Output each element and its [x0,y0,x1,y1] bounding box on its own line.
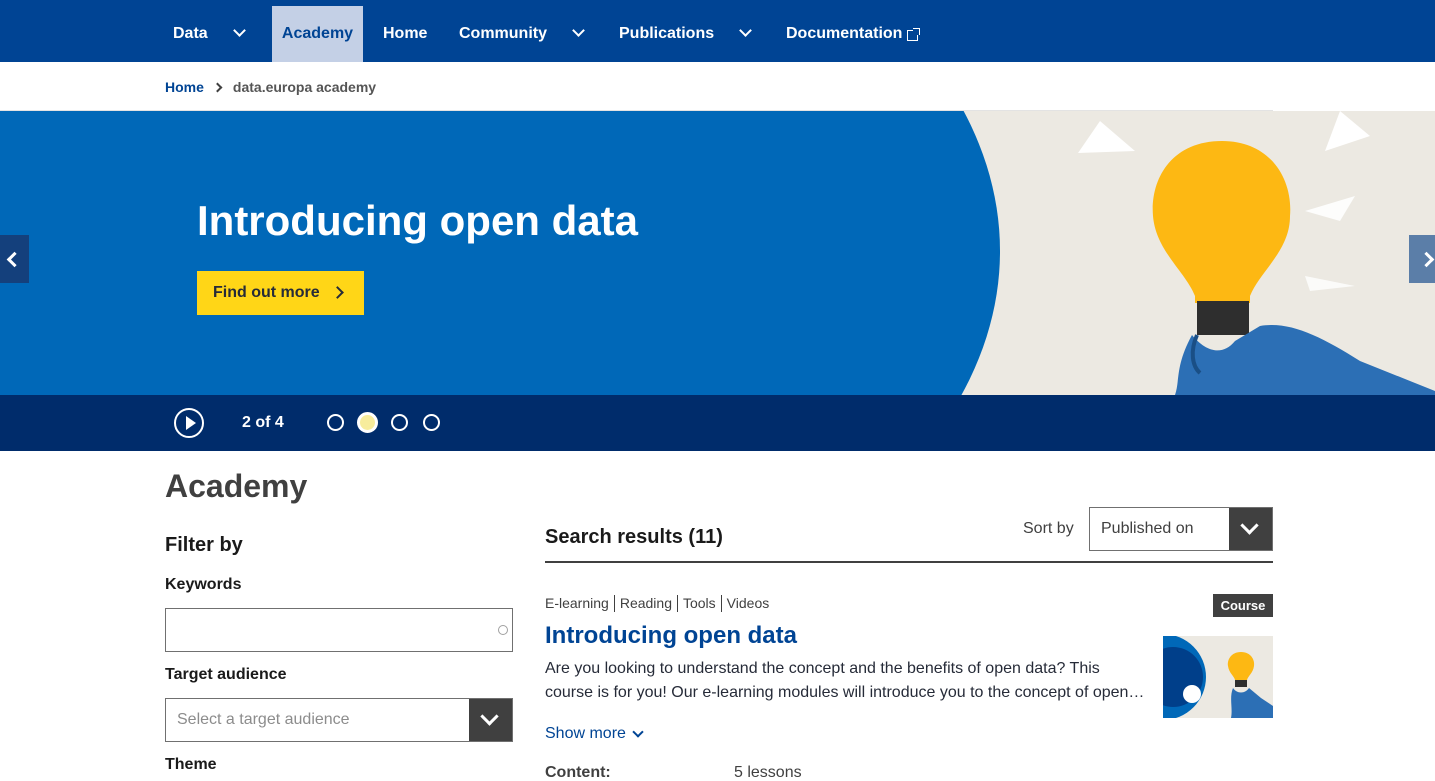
result-tag: E-learning [545,595,609,611]
page-title: Academy [165,468,308,504]
show-more-label: Show more [545,725,626,742]
carousel-previous-button[interactable] [0,235,29,283]
content-value: 5 lessons [734,764,802,781]
carousel-dot-3[interactable] [391,414,408,431]
divider [545,561,1273,563]
lightbulb-illustration [1078,111,1435,395]
carousel-dot-2[interactable] [357,412,378,433]
result-tag: Reading [613,595,677,612]
result-description-line: course is for you! Our e-learning module… [545,684,1145,701]
chevron-down-icon [480,707,499,726]
theme-label: Theme [165,756,217,773]
chevron-down-icon[interactable] [572,24,585,37]
nav-item-label: Home [383,25,428,42]
nav-item-academy[interactable]: Academy [272,6,363,62]
result-description-line: Are you looking to understand the concep… [545,660,1100,677]
hero-banner: Introducing open data Find out more [0,111,1435,395]
carousel-next-button[interactable] [1409,235,1435,283]
breadcrumb-current: data.europa academy [232,79,377,95]
sort-value: Published on [1101,520,1194,537]
result-tag: Videos [720,595,775,612]
nav-item-community[interactable]: Community [459,6,547,62]
chevron-down-icon[interactable] [233,24,246,37]
keywords-label: Keywords [165,576,242,593]
content-label: Content: [545,764,611,781]
chevron-right-icon [212,82,223,92]
nav-item-publications[interactable]: Publications [619,6,714,62]
hero-title: Introducing open data [197,197,638,244]
chevron-down-icon [632,726,644,738]
target-audience-label: Target audience [165,666,287,683]
chevron-down-icon [1240,516,1259,535]
nav-item-label: Documentation [786,25,903,42]
nav-item-documentation[interactable]: Documentation [786,6,921,62]
find-out-more-button[interactable]: Find out more [197,271,364,315]
nav-item-label: Academy [281,25,354,42]
chevron-down-icon[interactable] [739,24,752,37]
carousel-dot-4[interactable] [423,414,440,431]
results-heading: Search results (11) [545,526,723,548]
play-icon[interactable] [174,408,204,438]
slide-counter: 2 of 4 [242,414,284,431]
dropdown-button[interactable] [1229,508,1272,550]
filter-heading: Filter by [165,534,243,556]
chevron-right-icon [1418,251,1434,267]
search-icon[interactable] [498,625,508,635]
dropdown-button[interactable] [469,699,512,741]
breadcrumb-home-link[interactable]: Home [165,79,204,95]
result-tag: Tools [676,595,721,612]
carousel-dot-1[interactable] [327,414,344,431]
show-more-button[interactable]: Show more [545,725,644,743]
result-thumbnail[interactable] [1163,636,1273,718]
find-out-more-label: Find out more [213,284,320,301]
target-audience-placeholder: Select a target audience [177,711,350,728]
hero-blue-shape [0,111,1000,395]
chevron-right-icon [331,286,344,299]
sort-label: Sort by [1023,520,1074,537]
carousel-controls: 2 of 4 [0,395,1435,451]
chevron-left-icon [6,251,23,267]
keywords-input[interactable] [165,608,513,652]
breadcrumb: Home data.europa academy [165,78,376,96]
nav-item-label: Data [173,25,208,42]
result-title-link[interactable]: Introducing open data [545,622,797,650]
result-tags: E-learning Reading Tools Videos [545,595,774,612]
nav-item-label: Publications [619,25,715,42]
target-audience-select[interactable]: Select a target audience [165,698,513,742]
top-navigation: Data Academy Home Community Publications… [0,0,1435,62]
result-description: Are you looking to understand the concep… [545,657,1145,705]
nav-item-data[interactable]: Data [173,6,208,62]
nav-item-label: Community [459,25,547,42]
external-link-icon [907,27,921,41]
nav-item-home[interactable]: Home [383,6,427,62]
course-badge: Course [1213,594,1273,617]
sort-select[interactable]: Published on [1089,507,1273,551]
